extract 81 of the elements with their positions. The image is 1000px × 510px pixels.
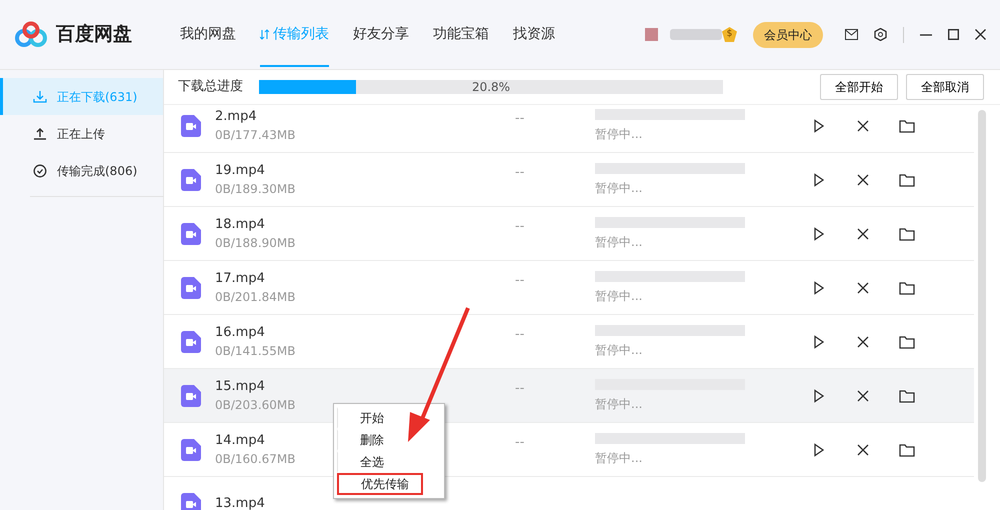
sidebar-item[interactable]: 正在上传 bbox=[0, 115, 163, 152]
file-name: 2.mp4 bbox=[215, 108, 257, 126]
cloud-logo-icon bbox=[14, 20, 48, 48]
file-size: 0B/203.60MB bbox=[215, 397, 296, 414]
file-size: 0B/160.67MB bbox=[215, 451, 296, 468]
file-name: 17.mp4 bbox=[215, 270, 265, 288]
download-icon bbox=[33, 90, 47, 104]
speed-text: -- bbox=[515, 218, 526, 236]
file-name: 15.mp4 bbox=[215, 378, 265, 396]
speed-text: -- bbox=[515, 164, 526, 182]
file-row[interactable]: 17.mp4 0B/201.84MB -- 暂停中... bbox=[164, 261, 974, 315]
mail-icon[interactable] bbox=[845, 29, 858, 40]
file-size: 0B/141.55MB bbox=[215, 343, 296, 360]
toolbar-button[interactable]: 全部取消 bbox=[906, 74, 984, 100]
menu-item[interactable]: 全选 bbox=[337, 451, 440, 473]
sidebar-item[interactable]: 传输完成(806) bbox=[0, 152, 163, 189]
progress-percent: 20.8% bbox=[470, 79, 512, 96]
file-row[interactable]: 19.mp4 0B/189.30MB -- 暂停中... bbox=[164, 153, 974, 207]
speed-text: -- bbox=[515, 434, 526, 452]
file-size: 0B/201.84MB bbox=[215, 289, 296, 306]
file-name: 14.mp4 bbox=[215, 432, 265, 450]
file-name: 16.mp4 bbox=[215, 324, 265, 342]
video-file-icon bbox=[181, 438, 201, 460]
check-circle-icon bbox=[33, 164, 47, 178]
status-text: 暂停中... bbox=[595, 234, 644, 250]
file-size: 0B/189.30MB bbox=[215, 181, 296, 198]
status-text: 暂停中... bbox=[595, 126, 644, 142]
file-row[interactable]: 2.mp4 0B/177.43MB -- 暂停中... bbox=[164, 105, 974, 153]
blurred-username bbox=[670, 29, 722, 40]
file-size: 0B/177.43MB bbox=[215, 127, 296, 144]
close-icon[interactable] bbox=[855, 172, 871, 188]
video-file-icon bbox=[181, 276, 201, 298]
folder-icon[interactable] bbox=[899, 334, 915, 350]
settings-icon[interactable] bbox=[874, 28, 887, 41]
app-name: 百度网盘 bbox=[56, 22, 132, 48]
vip-center-button[interactable]: 会员中心 bbox=[753, 22, 823, 48]
file-name: 13.mp4 bbox=[215, 494, 265, 510]
close-icon[interactable] bbox=[855, 442, 871, 458]
speed-text: -- bbox=[515, 326, 526, 344]
video-file-icon bbox=[181, 222, 201, 244]
menu-item[interactable]: 优先传输 bbox=[337, 473, 423, 495]
status-text: 暂停中... bbox=[595, 180, 644, 196]
speed-text: -- bbox=[515, 110, 526, 128]
folder-icon[interactable] bbox=[899, 172, 915, 188]
close-icon[interactable] bbox=[975, 29, 986, 40]
speed-text: -- bbox=[515, 272, 526, 290]
nav-tab[interactable]: 好友分享 bbox=[353, 2, 409, 67]
video-file-icon bbox=[181, 330, 201, 352]
status-text: 暂停中... bbox=[595, 450, 644, 466]
file-name: 19.mp4 bbox=[215, 162, 265, 180]
close-icon[interactable] bbox=[855, 226, 871, 242]
nav-tab[interactable]: 功能宝箱 bbox=[433, 2, 489, 67]
progress-label: 下载总进度 bbox=[178, 78, 243, 96]
upload-icon bbox=[33, 126, 47, 140]
video-file-icon bbox=[181, 492, 201, 510]
status-text: 暂停中... bbox=[595, 288, 644, 304]
vip-level-badge: $ bbox=[722, 27, 737, 42]
status-text: 暂停中... bbox=[595, 342, 644, 358]
avatar-block bbox=[645, 28, 658, 41]
toolbar-button[interactable]: 全部开始 bbox=[820, 74, 898, 100]
nav-tab[interactable]: 找资源 bbox=[513, 2, 555, 67]
video-file-icon bbox=[181, 384, 201, 406]
close-icon[interactable] bbox=[855, 334, 871, 350]
folder-icon[interactable] bbox=[899, 280, 915, 296]
transfer-icon bbox=[260, 29, 269, 40]
file-name: 18.mp4 bbox=[215, 216, 265, 234]
speed-text: -- bbox=[515, 380, 526, 398]
folder-icon[interactable] bbox=[899, 118, 915, 134]
folder-icon[interactable] bbox=[899, 226, 915, 242]
video-file-icon bbox=[181, 114, 201, 136]
maximize-icon[interactable] bbox=[948, 29, 959, 40]
close-icon[interactable] bbox=[855, 118, 871, 134]
close-icon[interactable] bbox=[855, 388, 871, 404]
folder-icon[interactable] bbox=[899, 442, 915, 458]
close-icon[interactable] bbox=[855, 280, 871, 296]
status-text: 暂停中... bbox=[595, 396, 644, 412]
file-row[interactable]: 18.mp4 0B/188.90MB -- 暂停中... bbox=[164, 207, 974, 261]
nav-tab[interactable]: 我的网盘 bbox=[180, 2, 236, 67]
video-file-icon bbox=[181, 168, 201, 190]
folder-icon[interactable] bbox=[899, 388, 915, 404]
file-size: 0B/188.90MB bbox=[215, 235, 296, 252]
